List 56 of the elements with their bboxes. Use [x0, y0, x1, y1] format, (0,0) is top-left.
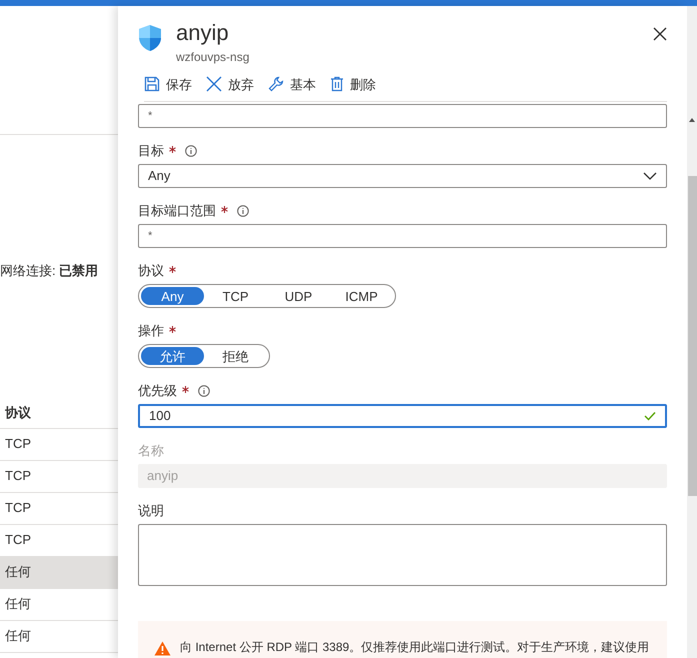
table-row[interactable]: TCP — [0, 524, 118, 556]
segment-option[interactable]: ICMP — [330, 287, 393, 306]
segment-option[interactable]: 允许 — [141, 347, 204, 366]
table-row[interactable]: 任何 — [0, 556, 118, 588]
table-cell-text: TCP — [4, 531, 31, 550]
toolbar-button[interactable]: 放弃 — [206, 74, 254, 94]
field-label: 目标端口范围 — [138, 202, 216, 220]
warning-text: 向 Internet 公开 RDP 端口 3389。仅推荐使用此端口进行测试。对于生产环境，建议使用 — [180, 639, 650, 656]
trash-icon — [330, 76, 344, 92]
field-label: 名称 — [138, 442, 164, 460]
table-cell-text: TCP — [4, 435, 31, 454]
segment-option[interactable]: TCP — [204, 287, 267, 306]
field-label: 说明 — [138, 502, 164, 520]
close-icon — [206, 76, 222, 92]
scroll-up-arrow-icon[interactable] — [689, 118, 695, 122]
table-cell-text: 任何 — [4, 563, 31, 582]
panel-title: anyip — [176, 20, 230, 46]
column-header[interactable]: 协议 — [0, 403, 31, 423]
scrollbar-thumb[interactable] — [688, 176, 697, 496]
chevron-down-icon — [643, 172, 657, 180]
field-label: 协议 — [138, 262, 164, 280]
info-icon[interactable] — [237, 205, 249, 218]
segment-option[interactable]: UDP — [267, 287, 330, 306]
close-icon[interactable] — [653, 27, 667, 41]
panel-subtitle: wzfouvps-nsg — [176, 49, 250, 66]
status-text: 网络连接: 已禁用 — [0, 262, 100, 280]
check-icon — [644, 411, 656, 422]
shield-icon — [138, 24, 162, 52]
input-field[interactable]: 100 — [138, 404, 667, 428]
field-label: 操作 — [138, 322, 164, 340]
wrench-icon — [268, 76, 284, 92]
toolbar-button[interactable]: 基本 — [268, 74, 316, 94]
input-field: anyip — [138, 464, 667, 488]
table-cell-text: TCP — [4, 467, 31, 486]
toolbar-button[interactable]: 保存 — [144, 74, 192, 94]
table-row[interactable]: TCP — [0, 428, 118, 460]
table-row[interactable]: 任何 — [0, 620, 118, 652]
table-row[interactable]: TCP — [0, 460, 118, 492]
field-label: 目标 — [138, 142, 164, 160]
info-icon[interactable] — [198, 385, 210, 398]
toolbar-button[interactable]: 删除 — [330, 74, 376, 94]
segment-option[interactable]: Any — [141, 287, 204, 306]
table-row[interactable]: TCP — [0, 492, 118, 524]
info-icon[interactable] — [185, 145, 197, 158]
table-row[interactable]: 任何 — [0, 588, 118, 620]
input-field[interactable]: * — [138, 104, 667, 128]
scrollbar[interactable] — [687, 6, 697, 658]
dropdown[interactable]: Any — [138, 164, 667, 188]
input-field[interactable]: * — [138, 224, 667, 248]
table-cell-text: 任何 — [4, 595, 31, 614]
segment-option[interactable]: 拒绝 — [204, 347, 267, 366]
table-cell-text: TCP — [4, 499, 31, 518]
table-cell-text: 任何 — [4, 627, 31, 646]
textarea-field[interactable] — [138, 524, 667, 586]
save-icon — [144, 76, 160, 92]
field-label: 优先级 — [138, 382, 177, 400]
